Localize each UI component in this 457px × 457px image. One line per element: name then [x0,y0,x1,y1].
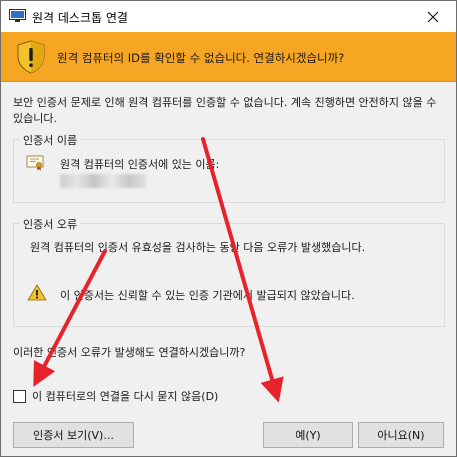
cert-error-description: 원격 컴퓨터의 인증서 유효성을 검사하는 동안 다음 오류가 발생했습니다. [30,241,366,254]
banner-message: 원격 컴퓨터의 ID를 확인할 수 없습니다. 연결하시겠습니까? [57,51,345,65]
yes-button[interactable]: 예(Y) [263,422,353,448]
warning-triangle-icon [27,284,47,301]
cert-error-group-title: 인증서 오류 [20,216,81,232]
dont-ask-again-checkbox-row[interactable]: 이 컴퓨터로의 연결을 다시 묻지 않음(D) [13,388,218,404]
dont-ask-again-checkbox[interactable] [13,389,26,403]
window-title: 원격 데스크톱 연결 [32,11,128,25]
warning-shield-icon [17,40,45,74]
connect-question: 이러한 인증서 오류가 발생해도 연결하시겠습니까? [13,346,246,359]
close-icon [427,11,439,22]
no-button[interactable]: 아니요(N) [358,422,444,448]
remote-desktop-dialog: 원격 데스크톱 연결 원격 컴퓨터의 ID를 확인할 수 없습니다. 연결하시겠… [0,0,457,457]
certificate-icon [26,155,44,171]
cert-error-group: 인증서 오류 원격 컴퓨터의 인증서 유효성을 검사하는 동안 다음 오류가 발… [13,216,445,327]
remote-desktop-icon [9,9,26,22]
cert-name-label: 원격 컴퓨터의 인증서에 있는 이름: [60,158,220,171]
redacted-cert-name [60,174,146,188]
warning-banner: 원격 컴퓨터의 ID를 확인할 수 없습니다. 연결하시겠습니까? [1,32,456,82]
view-certificate-button[interactable]: 인증서 보기(V)... [13,422,134,448]
close-button[interactable] [410,1,456,32]
intro-text: 보안 인증서 문제로 인해 원격 컴퓨터를 인증할 수 없습니다. 계속 진행하… [13,96,437,125]
cert-error-item: 이 인증서는 신뢰할 수 있는 인증 기관에서 발급되지 않았습니다. [60,289,355,302]
cert-name-group: 인증서 이름 원격 컴퓨터의 인증서에 있는 이름: [13,132,445,203]
title-bar: 원격 데스크톱 연결 [1,1,456,32]
dont-ask-again-label[interactable]: 이 컴퓨터로의 연결을 다시 묻지 않음(D) [32,388,218,404]
cert-name-group-title: 인증서 이름 [20,132,81,148]
